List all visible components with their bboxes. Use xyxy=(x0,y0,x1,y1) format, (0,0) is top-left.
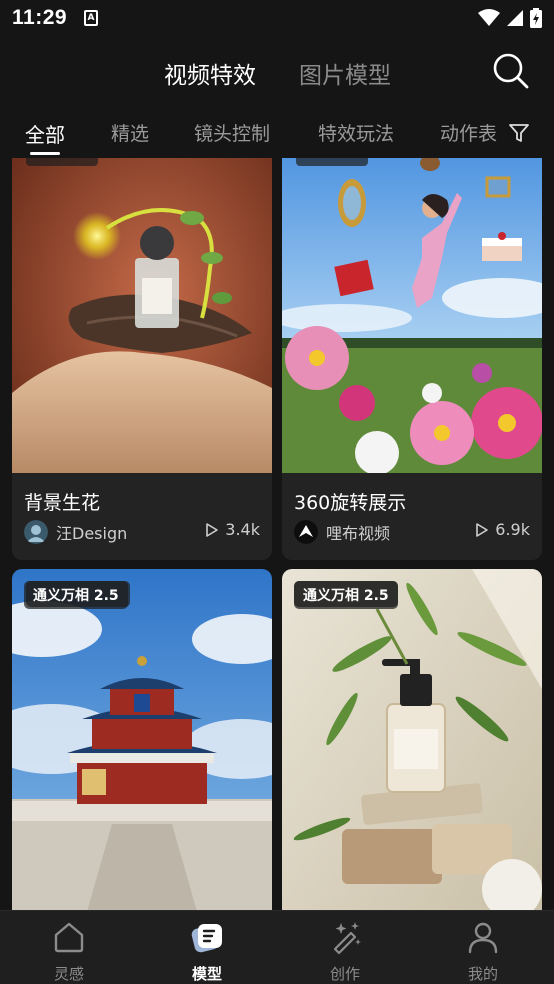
card-image-bottle-bamboo xyxy=(282,569,542,910)
effect-card[interactable]: 通义万相 2.5 xyxy=(282,569,542,910)
signal-icon xyxy=(507,10,523,26)
card-author[interactable]: 哩布视频 xyxy=(294,520,390,544)
views-value: 6.9k xyxy=(495,520,530,539)
avatar xyxy=(294,520,318,544)
model-icon xyxy=(191,924,222,953)
nav-models[interactable]: 模型 xyxy=(138,911,276,984)
wifi-icon xyxy=(478,9,500,26)
home-icon xyxy=(54,922,84,953)
category-motion[interactable]: 动作表 xyxy=(440,119,497,146)
view-count: 6.9k xyxy=(475,520,530,539)
author-name: 哩布视频 xyxy=(326,524,391,543)
card-image-temple-of-heaven xyxy=(12,569,272,910)
status-time: 11:29 xyxy=(12,6,68,29)
top-header: 视频特效 图片模型 xyxy=(0,36,554,110)
profile-icon xyxy=(468,922,498,954)
category-featured[interactable]: 精选 xyxy=(111,119,149,146)
tab-video-effects[interactable]: 视频特效 xyxy=(164,56,256,90)
magic-wand-icon xyxy=(333,922,361,955)
nav-create[interactable]: 创作 xyxy=(276,911,414,984)
accessibility-icon: A xyxy=(84,10,98,26)
view-count: 3.4k xyxy=(205,520,260,539)
effect-card[interactable]: 通义万相 2.5 xyxy=(12,569,272,910)
nav-inspiration[interactable]: 灵感 xyxy=(0,911,138,984)
nav-label: 模型 xyxy=(191,965,222,983)
category-camera-control[interactable]: 镜头控制 xyxy=(194,119,270,146)
model-badge: 通义万相 2.5 xyxy=(24,581,128,609)
card-author[interactable]: 汪Design xyxy=(24,520,127,544)
filter-icon[interactable] xyxy=(508,122,530,144)
views-value: 3.4k xyxy=(225,520,260,539)
battery-icon xyxy=(530,8,542,28)
nav-label: 灵感 xyxy=(53,965,84,983)
effects-feed: 背景生花 汪Design 3.4k 360旋转展示 哩布视频 6.9k 通义万相… xyxy=(0,158,554,910)
model-badge: 通义万相 2.5 xyxy=(294,581,398,609)
nav-label: 我的 xyxy=(467,965,498,983)
avatar xyxy=(24,520,48,544)
nav-label: 创作 xyxy=(329,965,360,983)
effect-card[interactable]: 背景生花 汪Design 3.4k xyxy=(12,158,272,560)
card-image-flower-field xyxy=(282,158,542,473)
category-tabs: 全部 精选 镜头控制 特效玩法 动作表 xyxy=(0,110,554,158)
category-all[interactable]: 全部 xyxy=(25,119,65,148)
card-image-perfume-desert xyxy=(12,158,272,473)
search-icon[interactable] xyxy=(492,52,530,90)
status-bar: 11:29 A xyxy=(0,0,554,36)
nav-profile[interactable]: 我的 xyxy=(414,911,552,984)
active-tab-indicator xyxy=(30,152,60,155)
play-icon xyxy=(206,522,219,537)
status-icons xyxy=(478,8,542,28)
card-title: 背景生花 xyxy=(24,492,101,514)
tab-image-models[interactable]: 图片模型 xyxy=(299,56,391,90)
play-icon xyxy=(476,522,489,537)
author-name: 汪Design xyxy=(56,524,128,543)
card-title: 360旋转展示 xyxy=(294,492,407,514)
bottom-navigation: 灵感 模型 创作 我的 xyxy=(0,910,554,984)
category-effects[interactable]: 特效玩法 xyxy=(318,119,394,146)
effect-card[interactable]: 360旋转展示 哩布视频 6.9k xyxy=(282,158,542,560)
